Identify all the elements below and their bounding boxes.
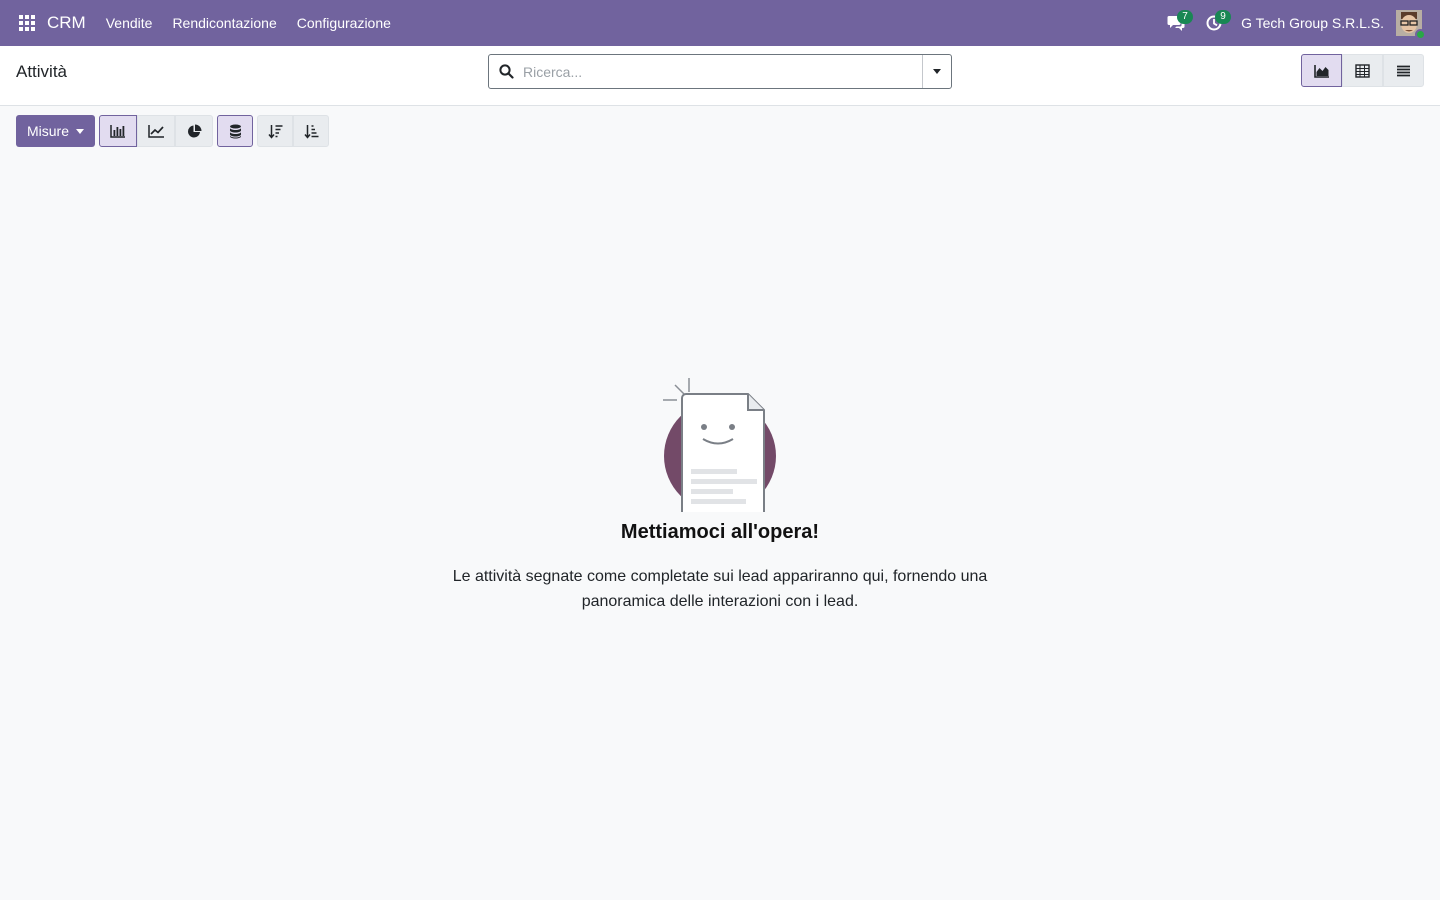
view-graph-button[interactable] — [1301, 54, 1342, 87]
sort-group — [257, 115, 330, 147]
apps-menu-button[interactable] — [7, 0, 47, 46]
sort-descending-icon — [267, 124, 283, 139]
empty-state: Mettiamoci all'opera! Le attività segnat… — [0, 370, 1440, 614]
area-chart-icon — [1313, 64, 1329, 78]
navbar-systray: 7 9 G Tech Group S.R.L.S. — [1157, 0, 1440, 46]
sort-descending-button[interactable] — [257, 115, 294, 147]
measures-dropdown-button[interactable]: Misure — [16, 115, 96, 147]
stack-group — [217, 115, 254, 147]
line-chart-icon — [147, 125, 164, 138]
bar-chart-button[interactable] — [99, 115, 138, 147]
empty-state-title: Mettiamoci all'opera! — [620, 521, 820, 543]
view-list-button[interactable] — [1383, 54, 1424, 87]
stacked-toggle-button[interactable] — [217, 115, 254, 147]
breadcrumb: Attività — [16, 62, 68, 81]
caret-down-icon — [76, 128, 85, 134]
control-panel: Attività — [0, 46, 1440, 106]
user-avatar[interactable] — [1396, 10, 1426, 40]
search-options-toggle[interactable] — [922, 55, 951, 88]
bar-chart-icon — [110, 125, 126, 138]
view-pivot-button[interactable] — [1342, 54, 1383, 87]
empty-state-description: Le attività segnate come completate sui … — [452, 568, 988, 610]
empty-document-illustration-icon — [663, 378, 776, 512]
chart-type-group — [99, 115, 214, 147]
view-switcher — [1301, 54, 1424, 87]
search-input[interactable] — [523, 55, 922, 88]
graph-toolbar: Misure — [16, 115, 333, 147]
measures-label: Misure — [27, 123, 70, 139]
table-icon — [1355, 63, 1370, 78]
caret-down-icon — [933, 69, 941, 74]
pie-chart-icon — [187, 124, 202, 137]
menu-item-rendicontazione[interactable]: Rendicontazione — [162, 0, 286, 46]
online-status-icon — [1415, 29, 1426, 40]
search-bar — [488, 54, 952, 89]
company-switcher[interactable]: G Tech Group S.R.L.S. — [1233, 15, 1396, 31]
messages-badge: 7 — [1177, 10, 1194, 24]
activities-button[interactable]: 9 — [1195, 0, 1233, 46]
search-icon — [489, 55, 523, 88]
main-navbar: CRM Vendite Rendicontazione Configurazio… — [0, 0, 1440, 46]
activities-badge: 9 — [1215, 10, 1232, 24]
menu-item-vendite[interactable]: Vendite — [96, 0, 163, 46]
list-icon — [1397, 65, 1410, 76]
menu-item-configurazione[interactable]: Configurazione — [287, 0, 401, 46]
line-chart-button[interactable] — [137, 115, 176, 147]
pie-chart-button[interactable] — [175, 115, 214, 147]
apps-grid-icon — [19, 15, 35, 31]
app-brand[interactable]: CRM — [47, 13, 86, 33]
sort-ascending-button[interactable] — [293, 115, 330, 147]
database-icon — [229, 124, 241, 138]
messages-button[interactable]: 7 — [1157, 0, 1195, 46]
sort-ascending-icon — [303, 124, 319, 139]
